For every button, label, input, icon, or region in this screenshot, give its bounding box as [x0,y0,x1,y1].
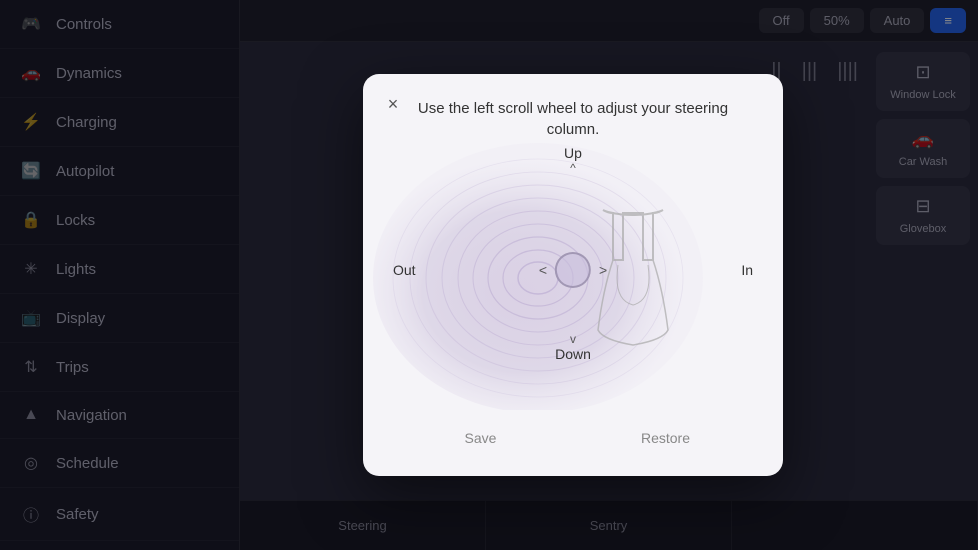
right-arrow-icon: > [599,262,607,278]
modal-header: × [363,74,783,94]
close-icon: × [388,94,399,115]
direction-left: Out [393,262,416,278]
save-button[interactable]: Save [393,420,568,456]
steering-diagram: Up ^ Out < > In v Down [363,130,783,410]
app-background: 🎮 Controls 🚗 Dynamics ⚡ Charging 🔄 Autop… [0,0,978,550]
modal-actions: Save Restore [363,410,783,476]
direction-labels: Up ^ Out < > In v Down [363,130,783,410]
restore-button[interactable]: Restore [578,420,753,456]
direction-up: Up ^ [564,145,582,175]
steering-column-modal: × Use the left scroll wheel to adjust yo… [363,74,783,476]
modal-close-button[interactable]: × [379,90,407,118]
wheel-center-control[interactable]: < > [539,252,607,288]
left-arrow-icon: < [539,262,547,278]
direction-down: v Down [555,332,591,362]
direction-right: In [741,262,753,278]
scroll-wheel[interactable] [555,252,591,288]
